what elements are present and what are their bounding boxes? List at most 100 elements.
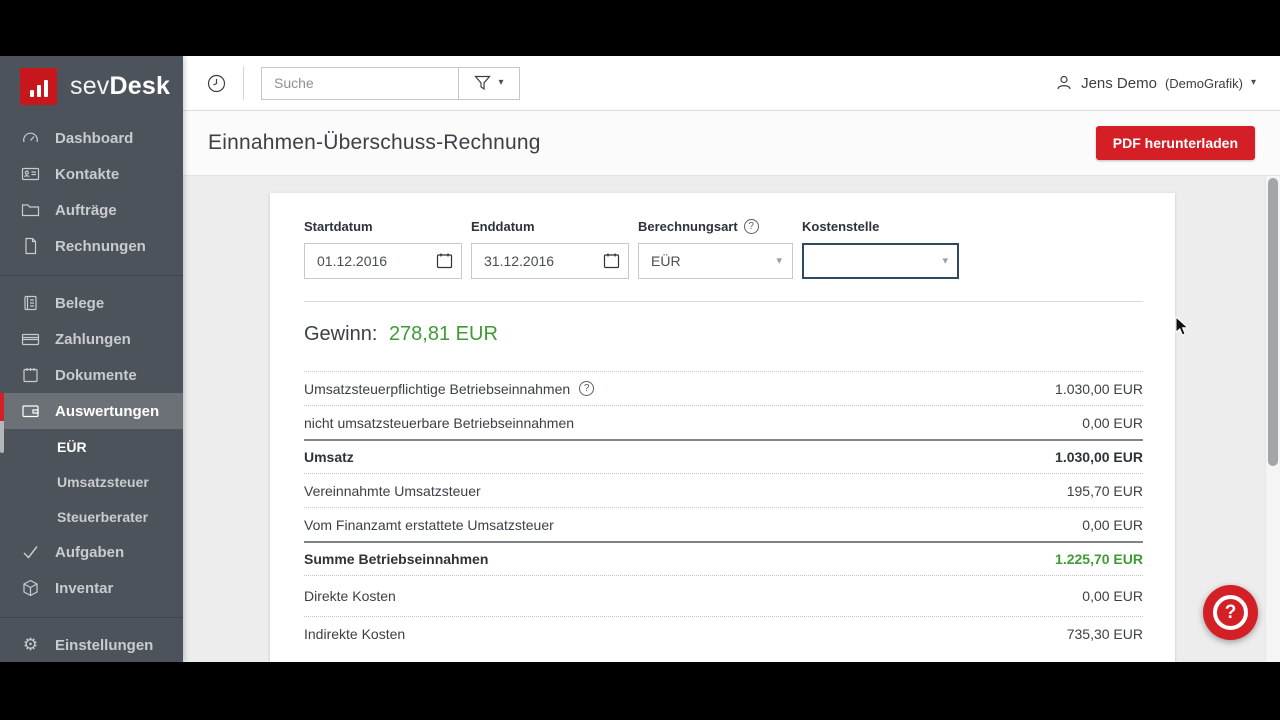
report-card: Startdatum Enddatum — [270, 193, 1175, 662]
user-name: Jens Demo — [1081, 75, 1157, 92]
logo-bar — [37, 85, 41, 97]
enddate-field: Enddatum — [471, 219, 629, 279]
vertical-scrollbar-thumb[interactable] — [1268, 178, 1278, 466]
table-row: Vom Finanzamt erstattete Umsatzsteuer 0,… — [304, 507, 1143, 541]
sidebar-item-dokumente[interactable]: Dokumente — [0, 357, 183, 393]
sidebar-bottom-group: ⚙ Einstellungen — [0, 606, 183, 662]
row-value: 1.030,00 EUR — [1055, 381, 1143, 397]
calendar-icon[interactable] — [436, 252, 453, 274]
sidebar-item-zahlungen[interactable]: Zahlungen — [0, 321, 183, 357]
brand-name-light: sev — [70, 72, 110, 100]
sidebar-subitem-label: Umsatzsteuer — [57, 474, 149, 490]
sidebar-item-auftraege[interactable]: Aufträge — [0, 192, 183, 228]
chevron-down-icon: ▾ — [498, 78, 503, 88]
sidebar-item-einstellungen[interactable]: ⚙ Einstellungen — [0, 627, 183, 662]
cost-center-select[interactable]: ▾ — [802, 243, 959, 279]
cost-center-field: Kostenstelle ▾ — [802, 219, 959, 279]
startdate-label: Startdatum — [304, 219, 462, 234]
sidebar-divider — [0, 617, 183, 618]
contact-card-icon — [21, 165, 40, 183]
sidebar-item-belege[interactable]: Belege — [0, 285, 183, 321]
table-row: Umsatzsteuerpflichtige Betriebseinnahmen… — [304, 371, 1143, 405]
sidebar-item-label: Zahlungen — [55, 331, 131, 348]
enddate-input-wrap — [471, 243, 629, 279]
sidebar-scrollbar-thumb[interactable] — [0, 421, 4, 453]
sidebar-subitem-label: EÜR — [57, 439, 87, 455]
wallet-icon — [21, 402, 40, 420]
row-value: 1.225,70 EUR — [1055, 551, 1143, 567]
sidebar-subitem-euer[interactable]: EÜR — [0, 429, 183, 464]
sidebar-subitem-umsatzsteuer[interactable]: Umsatzsteuer — [0, 464, 183, 499]
credit-card-icon — [21, 330, 40, 348]
sidebar-item-label: Belege — [55, 295, 104, 312]
receipt-book-icon — [21, 294, 40, 312]
row-label: Direkte Kosten — [304, 588, 396, 604]
sidebar-item-auswertungen[interactable]: Auswertungen — [0, 393, 183, 429]
app-window: sevDesk Dashboard Kontakte — [0, 56, 1280, 662]
sidebar-nav: Dashboard Kontakte Aufträge — [0, 114, 183, 662]
sidebar-item-aufgaben[interactable]: Aufgaben — [0, 534, 183, 570]
gauge-icon — [21, 129, 40, 147]
sidebar-item-inventar[interactable]: Inventar — [0, 570, 183, 606]
row-label: Vom Finanzamt erstattete Umsatzsteuer — [304, 517, 554, 533]
profit-label: Gewinn: — [304, 323, 377, 345]
filter-row: Startdatum Enddatum — [304, 219, 1143, 279]
sidebar-item-label: Aufträge — [55, 202, 117, 219]
topbar-divider — [243, 66, 244, 100]
folder-icon — [21, 201, 40, 219]
filter-button[interactable]: ▾ — [459, 67, 520, 100]
sidebar: sevDesk Dashboard Kontakte — [0, 56, 183, 662]
funnel-icon — [474, 75, 491, 91]
sidebar-item-label: Rechnungen — [55, 238, 146, 255]
calculation-type-label-text: Berechnungsart — [638, 219, 738, 234]
screen: sevDesk Dashboard Kontakte — [0, 0, 1280, 720]
table-row: Indirekte Kosten 735,30 EUR — [304, 616, 1143, 650]
table-row: nicht umsatzsteuerbare Betriebseinnahmen… — [304, 405, 1143, 439]
help-question-icon: ? — [1213, 595, 1248, 630]
sidebar-item-label: Auswertungen — [55, 403, 159, 420]
startdate-input-wrap — [304, 243, 462, 279]
calculation-type-value: EÜR — [651, 253, 681, 269]
calculation-type-select[interactable]: EÜR ▾ — [638, 243, 793, 279]
enddate-label: Enddatum — [471, 219, 629, 234]
brand-logo[interactable]: sevDesk — [0, 56, 183, 114]
history-clock-button[interactable] — [207, 74, 226, 93]
logo-bar — [44, 80, 48, 97]
gear-icon: ⚙ — [21, 637, 40, 654]
help-fab-button[interactable]: ? — [1203, 585, 1258, 640]
sidebar-subitem-steuerberater[interactable]: Steuerberater — [0, 499, 183, 534]
sidebar-item-dashboard[interactable]: Dashboard — [0, 120, 183, 156]
brand-name-bold: Desk — [110, 72, 171, 100]
sidebar-item-rechnungen[interactable]: Rechnungen — [0, 228, 183, 264]
checkmark-icon — [21, 543, 40, 561]
chevron-down-icon: ▾ — [776, 256, 782, 267]
chevron-down-icon: ▾ — [1251, 78, 1256, 88]
table-row-subtotal: Umsatz 1.030,00 EUR — [304, 439, 1143, 473]
startdate-field: Startdatum — [304, 219, 462, 279]
vertical-scrollbar-track[interactable] — [1265, 176, 1280, 662]
row-value: 1.030,00 EUR — [1055, 449, 1143, 465]
sidebar-divider — [0, 275, 183, 276]
help-question-icon[interactable]: ? — [744, 219, 759, 234]
topbar: ▾ Jens Demo (DemoGrafik) ▾ — [183, 56, 1280, 111]
row-label: Vereinnahmte Umsatzsteuer — [304, 483, 481, 499]
table-row: Vereinnahmte Umsatzsteuer 195,70 EUR — [304, 473, 1143, 507]
help-question-icon[interactable]: ? — [579, 381, 594, 396]
bar-chart-logo-icon — [20, 68, 57, 105]
sidebar-item-label: Aufgaben — [55, 544, 124, 561]
search-input[interactable] — [261, 67, 459, 100]
sidebar-item-kontakte[interactable]: Kontakte — [0, 156, 183, 192]
content-area: Startdatum Enddatum — [183, 176, 1280, 662]
row-label: Indirekte Kosten — [304, 626, 405, 642]
calendar-icon[interactable] — [603, 252, 620, 274]
row-value: 0,00 EUR — [1082, 588, 1143, 604]
calculation-type-field: Berechnungsart ? EÜR ▾ — [638, 219, 793, 279]
logo-bar — [30, 90, 34, 97]
user-menu[interactable]: Jens Demo (DemoGrafik) ▾ — [1055, 74, 1256, 92]
sidebar-item-label: Dokumente — [55, 367, 137, 384]
report-table: Umsatzsteuerpflichtige Betriebseinnahmen… — [304, 371, 1143, 650]
row-value: 0,00 EUR — [1082, 415, 1143, 431]
invoice-document-icon — [21, 237, 40, 255]
pdf-download-button[interactable]: PDF herunterladen — [1096, 126, 1255, 160]
row-label: Umsatz — [304, 449, 354, 465]
